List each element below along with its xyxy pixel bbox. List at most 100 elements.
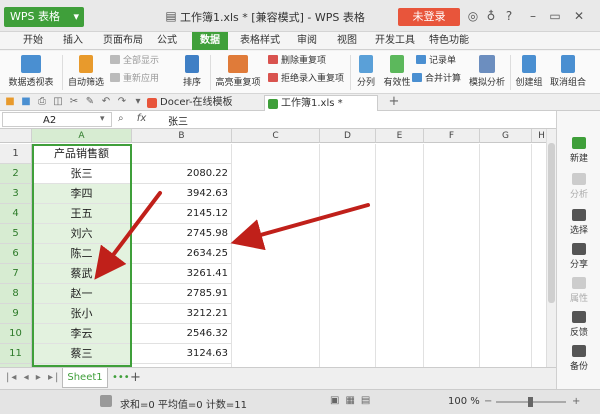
ungroup-button[interactable]: 取消组合 <box>548 51 588 94</box>
column-header[interactable]: F <box>424 129 480 143</box>
column-header[interactable]: H <box>532 129 546 143</box>
fx-icon[interactable]: fx <box>137 113 146 124</box>
highlight-duplicates-button[interactable]: 高亮重复项 <box>212 51 264 94</box>
login-button[interactable]: 未登录 <box>398 8 460 26</box>
column-header[interactable]: D <box>320 129 376 143</box>
save-icon[interactable]: ■ <box>20 96 32 108</box>
sales-cell[interactable]: 3212.21 <box>132 304 232 324</box>
row-header[interactable]: 5 <box>0 224 32 244</box>
split-column-button[interactable]: 分列 <box>352 51 380 94</box>
row-header[interactable]: 6 <box>0 244 32 264</box>
sheet-nav-arrows[interactable]: |◂ ◂ ▸ ▸| <box>6 372 60 383</box>
name-cell[interactable]: 蔡三 <box>32 344 132 364</box>
sales-cell[interactable]: 2634.25 <box>132 244 232 264</box>
name-cell[interactable]: 李四 <box>32 184 132 204</box>
select-all-corner[interactable] <box>0 129 32 143</box>
preview-icon[interactable]: ◫ <box>52 96 64 108</box>
sales-cell[interactable]: 2145.12 <box>132 204 232 224</box>
sort-button[interactable]: 排序 <box>176 51 208 94</box>
help-icon[interactable]: ? <box>502 9 516 23</box>
zoom-out-icon[interactable]: − <box>484 396 492 407</box>
what-if-button[interactable]: 模拟分析 <box>466 51 508 94</box>
row-header[interactable]: 7 <box>0 264 32 284</box>
create-group-button[interactable]: 创建组 <box>512 51 546 94</box>
panel-properties[interactable]: 属性 <box>557 273 600 307</box>
reject-duplicates-button[interactable]: 拒绝录入重复项 <box>268 73 344 86</box>
name-cell[interactable]: 陈二 <box>32 244 132 264</box>
tab-formula[interactable]: 公式 <box>152 32 182 50</box>
row-header[interactable]: 1 <box>0 144 32 164</box>
spreadsheet-grid[interactable]: A B C D E F G H 1 产品销售额 2 张三 2080.22 3 李四 3942.… <box>0 129 546 367</box>
view-mode-icons[interactable]: ▣▦▤ <box>330 395 376 406</box>
tab-table-style[interactable]: 表格样式 <box>236 32 284 50</box>
column-header[interactable]: E <box>376 129 424 143</box>
show-all-button[interactable]: 全部显示 <box>110 55 159 68</box>
panel-new[interactable]: 新建 <box>557 133 600 167</box>
autofilter-button[interactable]: 自动筛选 <box>66 51 106 94</box>
add-sheet-icon[interactable]: + <box>130 370 141 385</box>
name-cell[interactable]: 李云 <box>32 324 132 344</box>
maximize-icon[interactable]: ▭ <box>548 9 562 23</box>
pivot-table-button[interactable]: 数据透视表 <box>4 51 58 94</box>
validity-button[interactable]: 有效性 <box>382 51 412 94</box>
row-header[interactable]: 4 <box>0 204 32 224</box>
more-sheets-icon[interactable]: ••• <box>112 372 130 383</box>
name-cell[interactable]: 张三 <box>32 164 132 184</box>
record-button[interactable]: 记录单 <box>416 55 456 68</box>
close-icon[interactable]: ✕ <box>572 9 586 23</box>
row-header[interactable]: 2 <box>0 164 32 184</box>
panel-select[interactable]: 选择 <box>557 205 600 239</box>
name-cell[interactable]: 蔡武 <box>32 264 132 284</box>
column-header[interactable]: G <box>480 129 532 143</box>
formula-input[interactable]: 张三 <box>168 113 188 128</box>
panel-share[interactable]: 分享 <box>557 239 600 273</box>
sales-cell[interactable]: 3124.63 <box>132 344 232 364</box>
doc-tab-docer[interactable]: Docer-在线模板 <box>144 95 254 111</box>
folder-icon[interactable]: ■ <box>4 96 16 108</box>
sales-cell[interactable]: 3261.41 <box>132 264 232 284</box>
chevron-down-icon[interactable]: ▾ <box>100 114 105 124</box>
sales-cell[interactable]: 2080.22 <box>132 164 232 184</box>
format-painter-icon[interactable]: ✎ <box>84 96 96 108</box>
tab-developer[interactable]: 开发工具 <box>372 32 418 50</box>
column-header[interactable]: C <box>232 129 320 143</box>
sales-cell[interactable]: 2785.91 <box>132 284 232 304</box>
shirt-icon[interactable]: ♁ <box>484 9 498 23</box>
sales-cell[interactable] <box>132 144 232 164</box>
tab-special[interactable]: 特色功能 <box>426 32 472 50</box>
tab-insert[interactable]: 插入 <box>58 32 88 50</box>
zoom-in-icon[interactable]: + <box>572 396 580 407</box>
name-box[interactable]: A2 <box>2 112 112 127</box>
tab-review[interactable]: 审阅 <box>292 32 322 50</box>
row-header[interactable]: 11 <box>0 344 32 364</box>
reapply-button[interactable]: 重新应用 <box>110 73 159 86</box>
skin-icon[interactable]: ◎ <box>466 9 480 23</box>
app-menu-button[interactable]: WPS 表格 ▾ <box>4 7 84 27</box>
chevron-down-icon[interactable]: ▾ <box>132 96 144 108</box>
vertical-scrollbar[interactable] <box>546 129 556 367</box>
redo-icon[interactable]: ↷ <box>116 96 128 108</box>
name-cell[interactable]: 王五 <box>32 204 132 224</box>
print-icon[interactable]: ⎙ <box>36 96 48 108</box>
panel-analyze[interactable]: 分析 <box>557 169 600 203</box>
sales-cell[interactable]: 2745.98 <box>132 224 232 244</box>
consolidate-button[interactable]: 合并计算 <box>412 73 461 86</box>
scrollbar-thumb[interactable] <box>548 143 555 303</box>
new-tab-icon[interactable]: + <box>388 95 400 108</box>
tab-page-layout[interactable]: 页面布局 <box>100 32 146 50</box>
doc-tab-workbook[interactable]: 工作簿1.xls * <box>264 95 378 111</box>
name-cell[interactable]: 刘六 <box>32 224 132 244</box>
undo-icon[interactable]: ↶ <box>100 96 112 108</box>
tab-data[interactable]: 数据 <box>192 32 228 50</box>
tab-home[interactable]: 开始 <box>18 32 48 50</box>
cut-icon[interactable]: ✂ <box>68 96 80 108</box>
row-header[interactable]: 10 <box>0 324 32 344</box>
name-cell[interactable]: 赵一 <box>32 284 132 304</box>
sheet-tab-sheet1[interactable]: Sheet1 <box>62 368 108 388</box>
row-header[interactable]: 9 <box>0 304 32 324</box>
panel-feedback[interactable]: 反馈 <box>557 307 600 341</box>
name-cell[interactable]: 张小 <box>32 304 132 324</box>
panel-backup[interactable]: 备份 <box>557 341 600 375</box>
zoom-slider-thumb[interactable] <box>528 397 533 407</box>
row-header[interactable]: 8 <box>0 284 32 304</box>
